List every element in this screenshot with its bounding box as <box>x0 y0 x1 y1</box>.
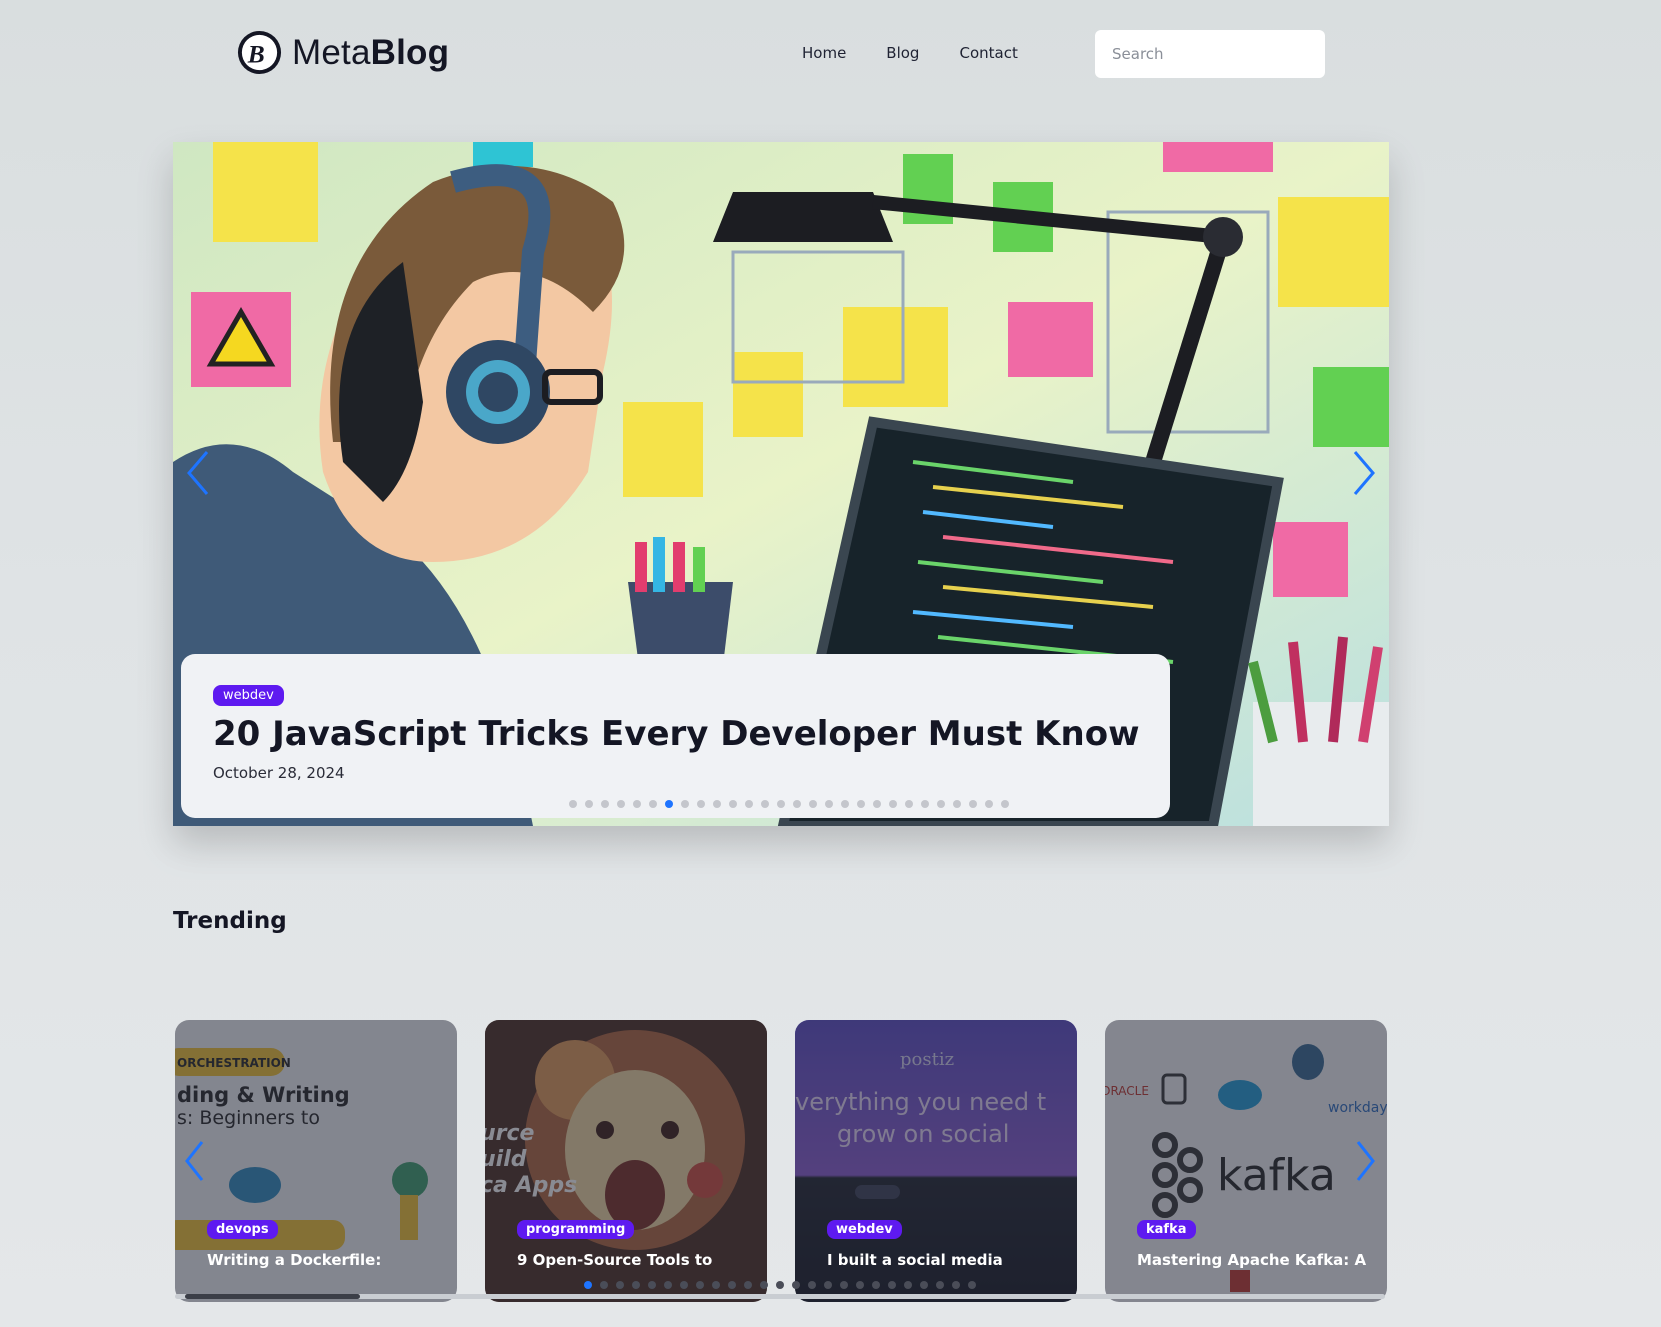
hero-pagination-dot[interactable] <box>873 800 881 808</box>
site-logo[interactable]: B MetaBlog <box>236 29 449 76</box>
card-tag[interactable]: kafka <box>1137 1220 1196 1239</box>
search-input[interactable] <box>1112 45 1325 63</box>
hero-pagination-dot[interactable] <box>1001 800 1009 808</box>
hero-pagination-dot[interactable] <box>921 800 929 808</box>
scrollbar-thumb[interactable] <box>185 1294 360 1299</box>
hero-pagination-dot[interactable] <box>985 800 993 808</box>
trending-pagination-dot[interactable] <box>616 1281 624 1289</box>
trending-card[interactable]: ORACLE workday kafka kafka Mastering Apa… <box>1105 1020 1387 1302</box>
hero-pagination-dot[interactable] <box>681 800 689 808</box>
trending-pagination-dot[interactable] <box>872 1281 880 1289</box>
hero-pagination-dot[interactable] <box>937 800 945 808</box>
hero-pagination-dot[interactable] <box>729 800 737 808</box>
trending-pagination-dot[interactable] <box>744 1281 752 1289</box>
trending-card[interactable]: urce uild ca Apps programming 9 Open-Sou… <box>485 1020 767 1302</box>
trending-prev-arrow-icon[interactable] <box>182 1138 208 1184</box>
hero-pagination-dot[interactable] <box>585 800 593 808</box>
trending-pagination <box>584 1281 984 1289</box>
trending-pagination-dot[interactable] <box>712 1281 720 1289</box>
hero-next-arrow-icon[interactable] <box>1347 448 1379 498</box>
card-title[interactable]: 9 Open-Source Tools to <box>517 1251 712 1269</box>
trending-pagination-dot[interactable] <box>792 1281 800 1289</box>
hero-pagination-dot[interactable] <box>777 800 785 808</box>
hero-pagination-dot[interactable] <box>841 800 849 808</box>
hero-post-card[interactable]: webdev 20 JavaScript Tricks Every Develo… <box>181 654 1170 818</box>
trending-pagination-dot[interactable] <box>936 1281 944 1289</box>
nav-blog-link[interactable]: Blog <box>886 44 919 62</box>
trending-card[interactable]: ORCHESTRATION ding & Writing s: Beginner… <box>175 1020 457 1302</box>
card-title[interactable]: I built a social media <box>827 1251 1003 1269</box>
hero-pagination-dot[interactable] <box>633 800 641 808</box>
card-tag[interactable]: programming <box>517 1220 635 1239</box>
hero-pagination-dot[interactable] <box>665 800 673 808</box>
main-nav: Home Blog Contact <box>802 44 1058 62</box>
svg-text:B: B <box>247 39 265 68</box>
nav-home-link[interactable]: Home <box>802 44 846 62</box>
trending-pagination-dot[interactable] <box>648 1281 656 1289</box>
search-box[interactable] <box>1095 30 1325 78</box>
trending-pagination-dot[interactable] <box>632 1281 640 1289</box>
hero-post-tag[interactable]: webdev <box>213 685 284 706</box>
hero-pagination-dot[interactable] <box>969 800 977 808</box>
metablog-logo-icon: B <box>237 30 282 75</box>
hero-pagination-dot[interactable] <box>857 800 865 808</box>
hero-pagination-dot[interactable] <box>697 800 705 808</box>
hero-pagination <box>569 800 1017 808</box>
trending-next-arrow-icon[interactable] <box>1352 1138 1378 1184</box>
trending-pagination-dot[interactable] <box>776 1281 784 1289</box>
trending-pagination-dot[interactable] <box>920 1281 928 1289</box>
hero-prev-arrow-icon[interactable] <box>183 448 215 498</box>
hero-pagination-dot[interactable] <box>761 800 769 808</box>
hero-pagination-dot[interactable] <box>953 800 961 808</box>
trending-pagination-dot[interactable] <box>808 1281 816 1289</box>
trending-pagination-dot[interactable] <box>856 1281 864 1289</box>
trending-pagination-dot[interactable] <box>824 1281 832 1289</box>
trending-pagination-dot[interactable] <box>904 1281 912 1289</box>
hero-pagination-dot[interactable] <box>825 800 833 808</box>
hero-pagination-dot[interactable] <box>569 800 577 808</box>
hero-pagination-dot[interactable] <box>713 800 721 808</box>
hero-post-date: October 28, 2024 <box>213 764 345 782</box>
trending-pagination-dot[interactable] <box>584 1281 592 1289</box>
hero-slider[interactable]: webdev 20 JavaScript Tricks Every Develo… <box>173 142 1389 826</box>
card-tag[interactable]: webdev <box>827 1220 902 1239</box>
trending-card[interactable]: postiz verything you need t grow on soci… <box>795 1020 1077 1302</box>
card-tag[interactable]: devops <box>207 1220 278 1239</box>
hero-pagination-dot[interactable] <box>793 800 801 808</box>
trending-pagination-dot[interactable] <box>952 1281 960 1289</box>
trending-pagination-dot[interactable] <box>664 1281 672 1289</box>
trending-pagination-dot[interactable] <box>728 1281 736 1289</box>
hero-pagination-dot[interactable] <box>889 800 897 808</box>
trending-pagination-dot[interactable] <box>696 1281 704 1289</box>
nav-contact-link[interactable]: Contact <box>959 44 1017 62</box>
hero-post-title[interactable]: 20 JavaScript Tricks Every Developer Mus… <box>213 714 1139 754</box>
hero-pagination-dot[interactable] <box>649 800 657 808</box>
hero-pagination-dot[interactable] <box>745 800 753 808</box>
trending-pagination-dot[interactable] <box>968 1281 976 1289</box>
hero-pagination-dot[interactable] <box>617 800 625 808</box>
trending-pagination-dot[interactable] <box>888 1281 896 1289</box>
card-title[interactable]: Mastering Apache Kafka: A <box>1137 1251 1366 1269</box>
trending-pagination-dot[interactable] <box>680 1281 688 1289</box>
hero-pagination-dot[interactable] <box>809 800 817 808</box>
card-title[interactable]: Writing a Dockerfile: <box>207 1251 381 1269</box>
trending-heading: Trending <box>173 908 287 934</box>
logo-text: MetaBlog <box>292 32 450 72</box>
trending-scrollbar[interactable] <box>175 1294 1385 1299</box>
trending-pagination-dot[interactable] <box>760 1281 768 1289</box>
hero-pagination-dot[interactable] <box>905 800 913 808</box>
trending-pagination-dot[interactable] <box>840 1281 848 1289</box>
hero-pagination-dot[interactable] <box>601 800 609 808</box>
trending-pagination-dot[interactable] <box>600 1281 608 1289</box>
